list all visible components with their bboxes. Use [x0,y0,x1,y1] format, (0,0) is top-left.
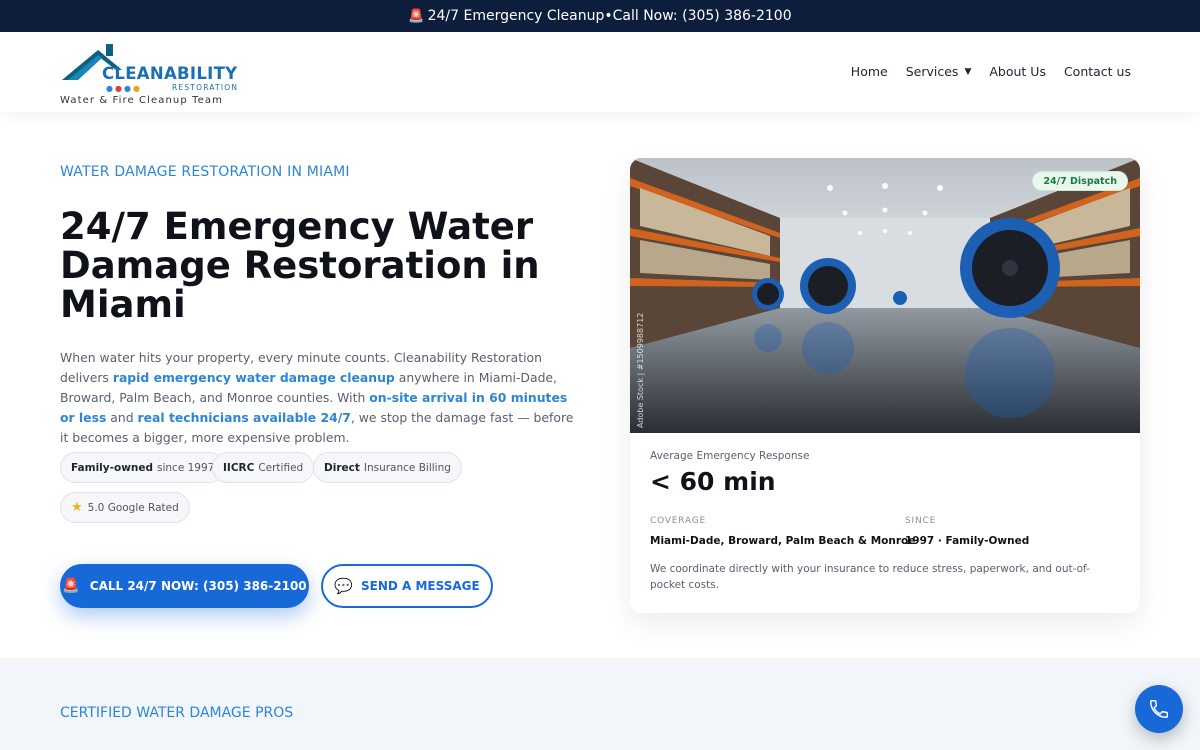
chevron-down-icon: ▼ [964,66,972,77]
call-now-button[interactable]: 🚨 CALL 24/7 NOW: (305) 386-2100 [60,564,309,608]
star-icon: ★ [71,500,83,515]
hero-title: 24/7 Emergency Water Damage Restoration … [60,205,540,326]
pill-text: 5.0 Google Rated [87,501,179,514]
nav-services-label: Services [905,64,959,79]
response-card: 24/7 Dispatch Adobe Stock | #1509988712 … [630,158,1140,613]
logo-tagline: Water & Fire Cleanup Team [60,95,223,106]
pill-google-rating: ★ 5.0 Google Rated [60,492,190,523]
nav-about[interactable]: About Us [989,64,1046,79]
pill-strong: Direct [324,461,360,474]
announcement-bar: 🚨 24/7 Emergency Cleanup•Call Now: (305)… [0,0,1200,32]
siren-icon: 🚨 [408,8,425,24]
warehouse-drying-photo: 24/7 Dispatch Adobe Stock | #1509988712 [630,158,1140,433]
stat-label: Average Emergency Response [650,450,810,462]
lead-highlight-3: real technicians available 24/7 [137,410,351,425]
pill-strong: Family-owned [71,461,154,474]
main-nav: Home Services ▼ About Us Contact us [833,64,1131,79]
floating-call-button[interactable] [1135,685,1183,733]
logo-brand: CLEANABILITY [102,64,238,83]
logo-subtitle: RESTORATION [172,83,239,92]
pill-text: Certified [258,461,304,474]
send-message-label: SEND A MESSAGE [360,579,480,593]
chat-bubble-icon: 💬 [334,577,353,595]
nav-services[interactable]: Services ▼ [906,64,972,79]
drops-icon: ●●●● [106,84,142,93]
nav-contact[interactable]: Contact us [1064,64,1131,79]
insurance-note: We coordinate directly with your insuran… [650,563,1090,591]
warehouse-illustration [630,158,1140,433]
send-message-button[interactable]: 💬 SEND A MESSAGE [321,564,493,608]
lead-text-3: and [106,410,138,425]
pill-text: Insurance Billing [363,461,451,474]
since-value: 1997 · Family-Owned [905,535,1030,547]
hero-eyebrow: WATER DAMAGE RESTORATION IN MIAMI [60,164,350,180]
dispatch-badge: 24/7 Dispatch [1032,171,1128,191]
logo[interactable]: CLEANABILITY ●●●● RESTORATION Water & Fi… [60,36,239,110]
announcement-text[interactable]: 24/7 Emergency Cleanup•Call Now: (305) 3… [428,8,792,24]
since-label: SINCE [905,516,937,526]
stat-value: < 60 min [650,467,776,496]
pill-insurance: Direct Insurance Billing [313,452,462,483]
coverage-label: COVERAGE [650,516,707,526]
siren-icon: 🚨 [62,578,80,594]
call-now-label: CALL 24/7 NOW: (305) 386-2100 [89,579,307,593]
pill-text: since 1997 [157,461,215,474]
site-header: CLEANABILITY ●●●● RESTORATION Water & Fi… [0,32,1200,112]
section-eyebrow: CERTIFIED WATER DAMAGE PROS [60,705,294,721]
pill-iicrc: IICRC Certified [212,452,315,483]
nav-home[interactable]: Home [851,64,888,79]
coverage-value: Miami-Dade, Broward, Palm Beach & Monroe [650,535,916,547]
pill-strong: IICRC [223,461,255,474]
stock-credit: Adobe Stock | #1509988712 [636,312,645,428]
lead-highlight-1: rapid emergency water damage cleanup [112,370,395,385]
phone-icon [1150,700,1168,718]
hero-lead: When water hits your property, every min… [60,348,580,448]
certified-section: CERTIFIED WATER DAMAGE PROS [0,658,1200,750]
pill-family-owned: Family-owned since 1997 [60,452,226,483]
